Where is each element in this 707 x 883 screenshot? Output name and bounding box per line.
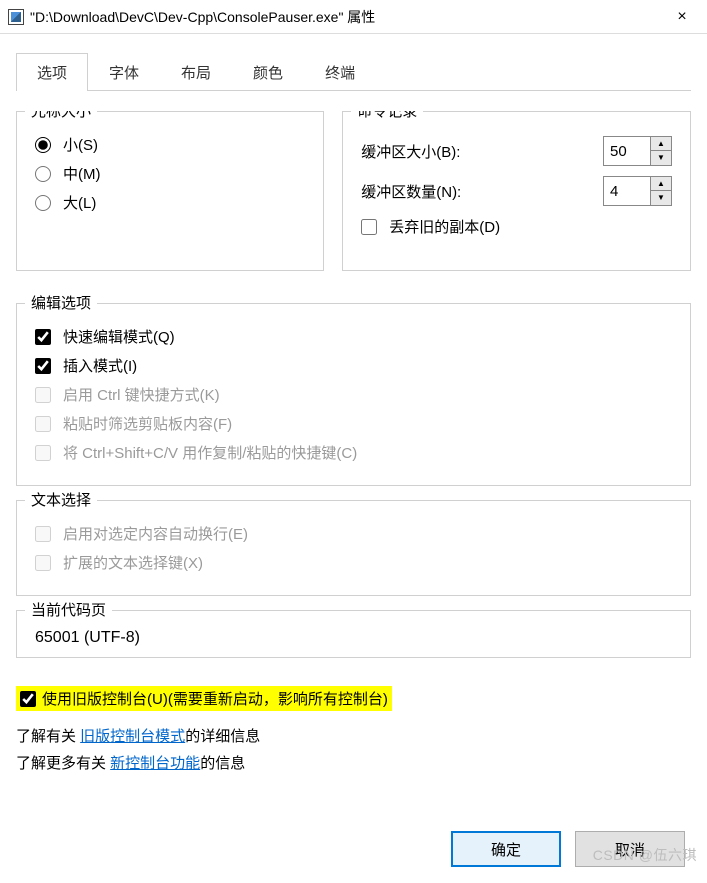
buffer-count-input[interactable] [604, 177, 650, 205]
ctrl-shortcut-label: 启用 Ctrl 键快捷方式(K) [63, 384, 220, 405]
tab-colors[interactable]: 颜色 [232, 53, 304, 91]
ext-select-row: 扩展的文本选择键(X) [35, 552, 672, 573]
codepage-legend: 当前代码页 [25, 599, 112, 620]
discard-old-row[interactable]: 丢弃旧的副本(D) [361, 216, 672, 237]
buffer-size-up[interactable]: ▲ [651, 137, 671, 151]
legacy-console-row[interactable]: 使用旧版控制台(U)(需要重新启动，影响所有控制台) [16, 686, 392, 711]
wrap-select-checkbox [35, 526, 51, 542]
paste-filter-checkbox [35, 416, 51, 432]
ext-select-checkbox [35, 555, 51, 571]
cursor-large-radio[interactable] [35, 195, 51, 211]
buffer-count-spinner[interactable]: ▲ ▼ [603, 176, 672, 206]
buffer-size-down[interactable]: ▼ [651, 151, 671, 165]
discard-old-checkbox[interactable] [361, 219, 377, 235]
tab-content: 光标大小 小(S) 中(M) 大(L) 命令记录 缓冲区大小(B): [16, 111, 691, 817]
paste-filter-row: 粘贴时筛选剪贴板内容(F) [35, 413, 672, 434]
ok-button[interactable]: 确定 [451, 831, 561, 867]
app-icon [8, 9, 24, 25]
wrap-select-row: 启用对选定内容自动换行(E) [35, 523, 672, 544]
insert-mode-row[interactable]: 插入模式(I) [35, 355, 672, 376]
close-button[interactable]: × [659, 0, 705, 34]
titlebar: "D:\Download\DevC\Dev-Cpp\ConsolePauser.… [0, 0, 707, 34]
cursor-medium-label: 中(M) [63, 163, 101, 184]
ctrl-shortcut-checkbox [35, 387, 51, 403]
cursor-legend: 光标大小 [25, 111, 97, 121]
cursor-medium-radio[interactable] [35, 166, 51, 182]
tab-layout[interactable]: 布局 [160, 53, 232, 91]
text-select-group: 文本选择 启用对选定内容自动换行(E) 扩展的文本选择键(X) [16, 500, 691, 596]
ctrl-shift-row: 将 Ctrl+Shift+C/V 用作复制/粘贴的快捷键(C) [35, 442, 672, 463]
ctrl-shift-label: 将 Ctrl+Shift+C/V 用作复制/粘贴的快捷键(C) [63, 442, 357, 463]
cursor-large-row[interactable]: 大(L) [35, 192, 305, 213]
buffer-count-down[interactable]: ▼ [651, 191, 671, 205]
textsel-legend: 文本选择 [25, 489, 97, 510]
dialog-body: 选项 字体 布局 颜色 终端 光标大小 小(S) 中(M) 大(L) [0, 34, 707, 883]
ctrl-shortcut-row: 启用 Ctrl 键快捷方式(K) [35, 384, 672, 405]
legacy-console-checkbox[interactable] [20, 691, 36, 707]
quick-edit-label: 快速编辑模式(Q) [63, 326, 175, 347]
cmd-legend: 命令记录 [351, 111, 423, 121]
cursor-medium-row[interactable]: 中(M) [35, 163, 305, 184]
legacy-console-label: 使用旧版控制台(U)(需要重新启动，影响所有控制台) [42, 688, 388, 709]
edit-options-group: 编辑选项 快速编辑模式(Q) 插入模式(I) 启用 Ctrl 键快捷方式(K) … [16, 303, 691, 486]
tab-font[interactable]: 字体 [88, 53, 160, 91]
cursor-small-radio[interactable] [35, 137, 51, 153]
buffer-size-label: 缓冲区大小(B): [361, 141, 460, 162]
tab-options[interactable]: 选项 [16, 53, 88, 91]
tab-terminal[interactable]: 终端 [304, 53, 376, 91]
buffer-size-spinner[interactable]: ▲ ▼ [603, 136, 672, 166]
insert-mode-checkbox[interactable] [35, 358, 51, 374]
cursor-small-row[interactable]: 小(S) [35, 134, 305, 155]
legacy-info-2: 了解更多有关 新控制台功能的信息 [16, 752, 691, 773]
discard-old-label: 丢弃旧的副本(D) [389, 216, 500, 237]
codepage-value: 65001 (UTF-8) [35, 625, 672, 651]
ctrl-shift-checkbox [35, 445, 51, 461]
buffer-count-up[interactable]: ▲ [651, 177, 671, 191]
cmd-history-group: 命令记录 缓冲区大小(B): ▲ ▼ 缓冲区数量(N): [342, 111, 691, 271]
legacy-mode-link[interactable]: 旧版控制台模式 [80, 728, 185, 745]
dialog-footer: 确定 取消 [16, 817, 691, 873]
buffer-size-input[interactable] [604, 137, 650, 165]
insert-mode-label: 插入模式(I) [63, 355, 137, 376]
cancel-button[interactable]: 取消 [575, 831, 685, 867]
cursor-large-label: 大(L) [63, 192, 96, 213]
ext-select-label: 扩展的文本选择键(X) [63, 552, 203, 573]
new-console-link[interactable]: 新控制台功能 [110, 755, 200, 772]
window-title: "D:\Download\DevC\Dev-Cpp\ConsolePauser.… [30, 7, 659, 27]
buffer-count-label: 缓冲区数量(N): [361, 181, 461, 202]
wrap-select-label: 启用对选定内容自动换行(E) [63, 523, 248, 544]
codepage-group: 当前代码页 65001 (UTF-8) [16, 610, 691, 658]
quick-edit-row[interactable]: 快速编辑模式(Q) [35, 326, 672, 347]
cursor-size-group: 光标大小 小(S) 中(M) 大(L) [16, 111, 324, 271]
edit-legend: 编辑选项 [25, 292, 97, 313]
tabs: 选项 字体 布局 颜色 终端 [16, 52, 691, 91]
quick-edit-checkbox[interactable] [35, 329, 51, 345]
legacy-info-1: 了解有关 旧版控制台模式的详细信息 [16, 725, 691, 746]
cursor-small-label: 小(S) [63, 134, 98, 155]
paste-filter-label: 粘贴时筛选剪贴板内容(F) [63, 413, 232, 434]
buffer-size-row: 缓冲区大小(B): ▲ ▼ [361, 136, 672, 166]
buffer-count-row: 缓冲区数量(N): ▲ ▼ [361, 176, 672, 206]
